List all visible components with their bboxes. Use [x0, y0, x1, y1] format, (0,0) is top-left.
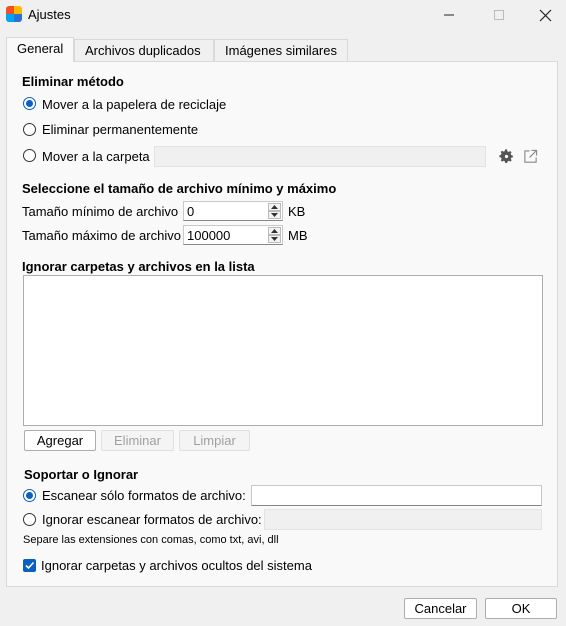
maximize-button[interactable]: [476, 0, 522, 30]
radio-scan-only-formats[interactable]: [23, 489, 36, 502]
title-bar: Ajustes: [0, 0, 566, 30]
close-icon: [539, 9, 551, 21]
remove-button[interactable]: Eliminar: [101, 430, 174, 451]
delete-method-heading: Eliminar método: [22, 74, 124, 89]
tab-duplicate-files[interactable]: Archivos duplicados: [74, 39, 214, 61]
gear-icon[interactable]: [498, 148, 515, 165]
formats-heading: Soportar o Ignorar: [24, 467, 139, 482]
ok-button[interactable]: OK: [485, 598, 557, 619]
max-size-stepper[interactable]: 100000: [183, 225, 283, 245]
size-limits-heading: Seleccione el tamaño de archivo mínimo y…: [22, 181, 337, 196]
checkmark-icon: [25, 561, 35, 570]
ignore-hidden-files-checkbox[interactable]: [23, 559, 36, 572]
min-size-increment[interactable]: [268, 203, 281, 211]
tab-similar-images[interactable]: Imágenes similares: [214, 39, 348, 61]
max-size-label: Tamaño máximo de archivo: [22, 228, 181, 243]
open-external-icon[interactable]: [523, 149, 538, 164]
general-panel: Eliminar método Mover a la papelera de r…: [6, 61, 558, 587]
minimize-icon: [444, 14, 454, 16]
close-button[interactable]: [522, 0, 566, 30]
max-size-increment[interactable]: [268, 227, 281, 235]
minimize-button[interactable]: [426, 0, 472, 30]
ignore-list-heading: Ignorar carpetas y archivos en la lista: [22, 259, 255, 274]
add-button[interactable]: Agregar: [24, 430, 96, 451]
move-folder-path-field[interactable]: [155, 147, 485, 166]
radio-scan-only-formats-label[interactable]: Escanear sólo formatos de archivo:: [42, 488, 246, 503]
min-size-value[interactable]: 0: [187, 204, 194, 219]
clear-button[interactable]: Limpiar: [179, 430, 250, 451]
scan-only-formats-input[interactable]: [251, 485, 542, 506]
radio-ignore-formats[interactable]: [23, 513, 36, 526]
min-size-unit: KB: [288, 204, 306, 219]
tab-general[interactable]: General: [6, 37, 74, 62]
radio-move-to-folder[interactable]: [23, 149, 36, 162]
move-folder-path-input[interactable]: [154, 146, 486, 167]
max-size-unit: MB: [288, 228, 308, 243]
chevron-up-icon: [271, 229, 278, 233]
min-size-label: Tamaño mínimo de archivo: [22, 204, 179, 219]
radio-delete-permanently[interactable]: [23, 123, 36, 136]
radio-ignore-formats-label[interactable]: Ignorar escanear formatos de archivo:: [42, 512, 262, 527]
max-size-value[interactable]: 100000: [187, 228, 230, 243]
extensions-hint: Separe las extensiones con comas, como t…: [23, 534, 279, 546]
chevron-down-icon: [271, 237, 278, 241]
min-size-stepper[interactable]: 0: [183, 201, 283, 221]
chevron-up-icon: [271, 205, 278, 209]
scan-only-formats-field[interactable]: [252, 486, 541, 505]
window-title: Ajustes: [28, 7, 71, 22]
ignore-list-box[interactable]: [23, 275, 543, 426]
radio-recycle-bin-label[interactable]: Mover a la papelera de reciclaje: [42, 97, 226, 112]
radio-recycle-bin[interactable]: [23, 97, 36, 110]
radio-move-to-folder-label[interactable]: Mover a la carpeta: [42, 149, 150, 164]
ignore-hidden-files-label[interactable]: Ignorar carpetas y archivos ocultos del …: [41, 558, 312, 573]
max-size-decrement[interactable]: [268, 235, 281, 243]
min-size-decrement[interactable]: [268, 211, 281, 219]
cancel-button[interactable]: Cancelar: [404, 598, 477, 619]
ignore-formats-input[interactable]: [264, 509, 542, 530]
app-logo-icon: [6, 6, 22, 22]
maximize-icon: [494, 10, 504, 20]
ignore-formats-field[interactable]: [265, 510, 541, 529]
radio-delete-permanently-label[interactable]: Eliminar permanentemente: [42, 122, 198, 137]
chevron-down-icon: [271, 213, 278, 217]
